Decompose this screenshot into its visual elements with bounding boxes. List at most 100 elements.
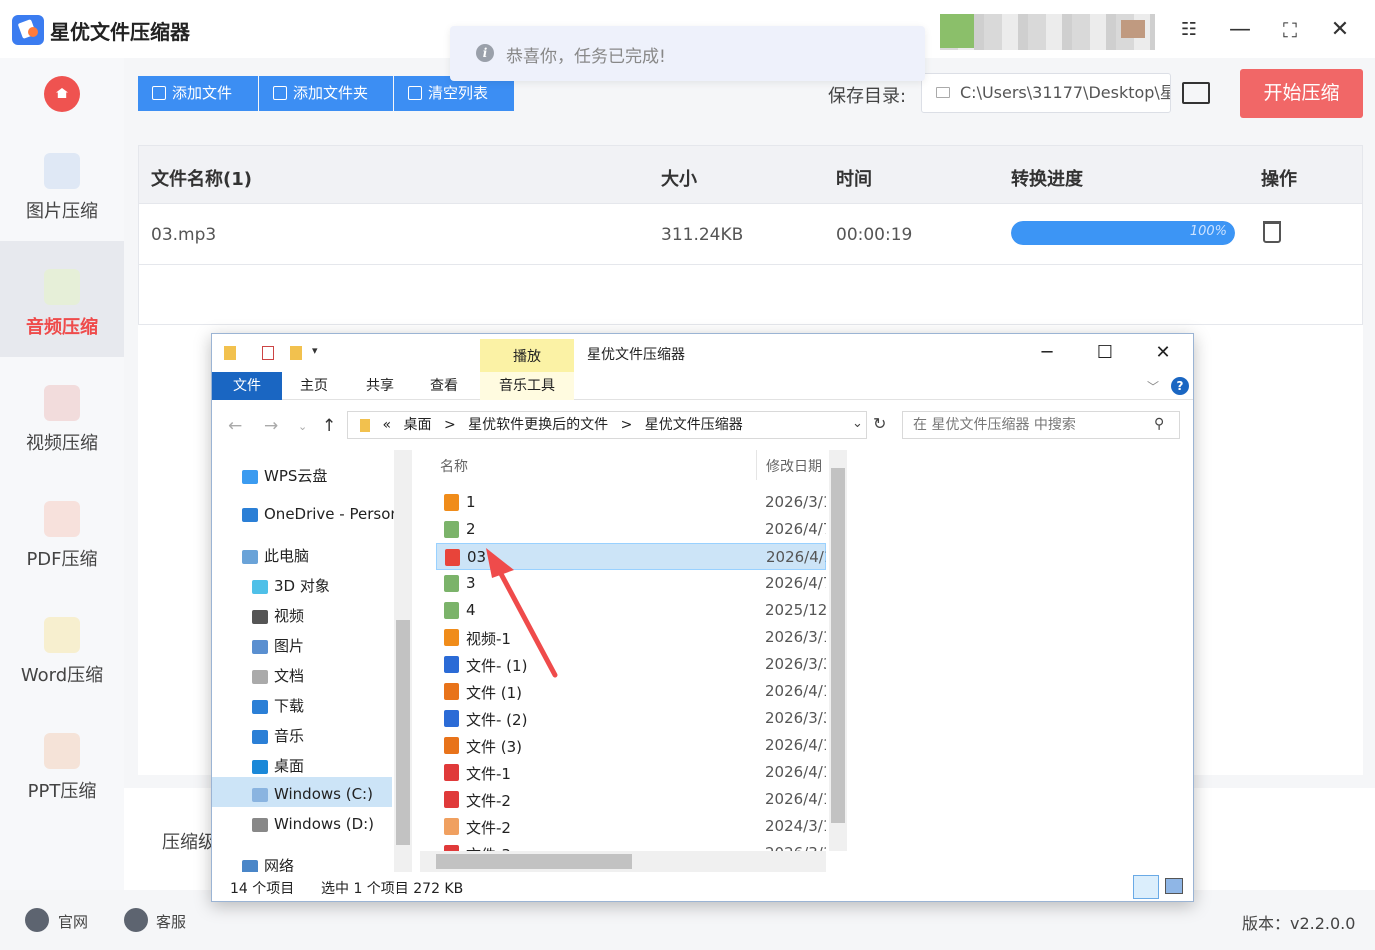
tab-file[interactable]: 文件 [212,372,282,400]
list-scrollbar[interactable] [829,450,847,851]
scrollbar-thumb[interactable] [831,468,845,823]
list-item[interactable]: 文件- (2) 2026/3/3 [436,705,826,732]
sidebar-item-pdf[interactable]: PDF压缩 [0,473,124,589]
tree-item[interactable]: Windows (C:) [252,785,373,803]
properties-icon[interactable] [262,346,274,360]
save-dir-field[interactable]: C:\Users\31177\Desktop\星 [921,73,1171,113]
tree-item[interactable]: 视频 [252,605,304,626]
clear-list-button[interactable]: 清空列表 [394,76,514,111]
tree-item[interactable]: OneDrive - Person [242,505,396,523]
website-icon[interactable] [25,908,49,932]
file-icon [444,656,459,673]
add-folder-button[interactable]: 添加文件夹 [259,76,393,111]
start-compress-button[interactable]: 开始压缩 [1240,69,1363,118]
minimize-icon[interactable]: ─ [1032,340,1062,366]
sidebar-item-video[interactable]: 视频压缩 [0,357,124,473]
column-date-header[interactable]: 修改日期 [766,456,822,476]
new-folder-icon[interactable] [290,346,302,360]
tab-view[interactable]: 查看 [422,372,466,400]
search-icon[interactable]: ⚲ [1154,416,1164,432]
explorer-title: 星优文件压缩器 [587,347,685,363]
settings-icon[interactable]: ☷ [1177,18,1201,42]
address-bar[interactable]: « 桌面 > 星优软件更换后的文件 > 星优文件压缩器 [347,411,867,439]
breadcrumb-separator: > [443,417,456,433]
home-button[interactable] [44,76,80,112]
music-icon [252,729,268,744]
chat-icon[interactable] [124,908,148,932]
file-date: 2026/3/3 [765,655,826,673]
chevron-down-icon[interactable]: ▾ [312,344,318,357]
user-avatar[interactable] [940,14,1155,50]
tree-item-label: OneDrive - Person [264,505,396,523]
refresh-icon[interactable]: ↻ [873,414,886,433]
breadcrumb-item[interactable]: 星优文件压缩器 [645,417,743,433]
list-item[interactable]: 2 2026/4/7 [436,516,826,543]
close-icon[interactable]: ✕ [1328,18,1352,42]
recent-icon[interactable]: ⌄ [298,420,307,433]
list-item[interactable]: 1 2026/3/1 [436,489,826,516]
sidebar-item-audio[interactable]: 音频压缩 [0,241,124,357]
sidebar-item-label: 图片压缩 [26,201,98,222]
tree-item[interactable]: 3D 对象 [252,575,330,596]
tree-item[interactable]: 图片 [252,635,304,656]
tree-item[interactable]: 下载 [252,695,304,716]
details-view-icon[interactable] [1133,875,1159,899]
up-icon[interactable]: ↑ [322,416,336,436]
list-item[interactable]: 文件-2 2026/4/1 [436,786,826,813]
chevron-down-icon[interactable]: ﹀ [1147,378,1159,395]
file-name: 文件- (2) [466,711,528,729]
sidebar-item-image[interactable]: 图片压缩 [0,125,124,241]
service-link[interactable]: 客服 [156,911,186,932]
maximize-icon[interactable]: ⛶ [1278,18,1302,42]
back-icon[interactable]: ← [228,416,242,436]
list-item[interactable]: 4 2025/12/ [436,597,826,624]
scrollbar-thumb[interactable] [396,620,410,845]
file-icon [444,629,459,646]
word-icon [44,617,80,653]
list-item[interactable]: 文件 (1) 2026/4/1 [436,678,826,705]
tab-music-tools[interactable]: 音乐工具 [480,372,574,400]
tree-item[interactable]: 桌面 [252,755,304,776]
list-item[interactable]: 视频-1 2026/3/1 [436,624,826,651]
drive-icon [252,817,268,832]
tree-scrollbar[interactable] [394,450,412,872]
forward-icon[interactable]: → [264,416,278,436]
list-item[interactable]: 文件-2 2024/3/1 [436,813,826,840]
breadcrumb-item[interactable]: 桌面 [403,417,431,433]
large-icons-view-icon[interactable] [1165,878,1183,894]
tab-home[interactable]: 主页 [292,372,336,400]
list-item[interactable]: 03 2026/4/1 [436,543,826,570]
scrollbar-thumb[interactable] [436,854,632,869]
horizontal-scrollbar[interactable] [420,851,826,872]
tree-item[interactable]: 音乐 [252,725,304,746]
breadcrumb-overflow[interactable]: « [382,417,391,433]
tree-item[interactable]: WPS云盘 [242,465,327,486]
tree-item[interactable]: Windows (D:) [252,815,374,833]
tree-item[interactable]: 网络 [242,855,294,872]
maximize-icon[interactable]: ☐ [1090,340,1120,366]
file-time-cell: 00:00:19 [836,225,913,245]
tab-share[interactable]: 共享 [358,372,402,400]
minimize-icon[interactable]: — [1228,18,1252,42]
list-item[interactable]: 3 2026/4/7 [436,570,826,597]
address-bar-area: ← → ⌄ ↑ « 桌面 > 星优软件更换后的文件 > 星优文件压缩器 ⌄ ↻ … [212,400,1193,450]
help-icon[interactable]: ? [1171,377,1189,395]
chevron-down-icon[interactable]: ⌄ [852,416,863,431]
list-item[interactable]: 文件 (3) 2026/4/1 [436,732,826,759]
list-item[interactable]: 文件- (1) 2026/3/3 [436,651,826,678]
website-link[interactable]: 官网 [58,911,88,932]
column-name-header[interactable]: 名称 [440,456,468,476]
trash-icon [408,86,422,100]
ppt-icon [44,733,80,769]
delete-icon[interactable] [1263,221,1281,243]
tree-item[interactable]: 文档 [252,665,304,686]
tree-item[interactable]: 此电脑 [242,545,309,566]
add-file-button[interactable]: 添加文件 [138,76,258,111]
breadcrumb-item[interactable]: 星优软件更换后的文件 [468,417,608,433]
close-icon[interactable]: ✕ [1148,340,1178,366]
list-item[interactable]: 文件-1 2026/4/1 [436,759,826,786]
sidebar-item-word[interactable]: Word压缩 [0,589,124,705]
open-folder-icon[interactable] [1182,82,1210,104]
search-input[interactable]: 在 星优文件压缩器 中搜索 [902,411,1180,439]
sidebar-item-ppt[interactable]: PPT压缩 [0,705,124,821]
